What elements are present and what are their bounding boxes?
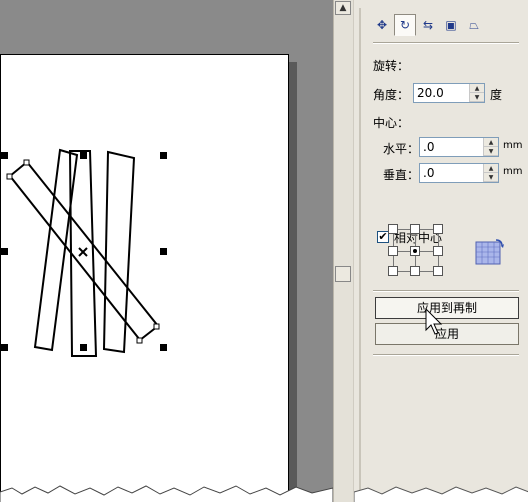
drawing-svg bbox=[0, 148, 333, 502]
vertical-input[interactable]: .0 ▲ ▼ bbox=[419, 163, 499, 183]
vertical-value: .0 bbox=[423, 166, 435, 180]
anchor-top-left[interactable] bbox=[388, 224, 398, 234]
selection-handle bbox=[160, 248, 167, 255]
angle-unit: 度 bbox=[490, 88, 503, 102]
spin-down-icon[interactable]: ▼ bbox=[484, 147, 498, 156]
anchor-middle-right[interactable] bbox=[433, 246, 443, 256]
anchor-top-center[interactable] bbox=[410, 224, 420, 234]
anchor-middle-left[interactable] bbox=[388, 246, 398, 256]
mouse-cursor-icon bbox=[425, 308, 443, 335]
position-tab-icon[interactable]: ✥ bbox=[371, 14, 393, 36]
anchor-bottom-right[interactable] bbox=[433, 266, 443, 276]
selection-handle bbox=[80, 344, 87, 351]
spin-down-icon[interactable]: ▼ bbox=[470, 93, 484, 102]
anchor-center[interactable] bbox=[410, 246, 420, 256]
rotate-tab-icon[interactable]: ↻ bbox=[394, 14, 416, 36]
horizontal-unit: mm bbox=[503, 140, 523, 151]
separator bbox=[373, 42, 519, 44]
selection-handle bbox=[80, 152, 87, 159]
vertical-unit: mm bbox=[503, 166, 523, 177]
angle-input[interactable]: 20.0 ▲ ▼ bbox=[413, 83, 485, 103]
angle-label: 角度： bbox=[373, 88, 410, 102]
rotation-center-marker bbox=[78, 247, 88, 257]
size-tab-icon[interactable]: ▣ bbox=[440, 14, 462, 36]
torn-edge bbox=[354, 486, 528, 502]
scroll-thumb[interactable] bbox=[335, 266, 351, 282]
transform-docker: ✥ ↻ ⇆ ▣ ⏢ 旋转： 角度： 20.0 ▲ ▼ 度 中心： 水平： .0 … bbox=[353, 0, 528, 502]
separator bbox=[373, 290, 519, 292]
rotated-rectangle-right-2 bbox=[102, 150, 136, 354]
horizontal-value: .0 bbox=[423, 140, 435, 154]
angle-value: 20.0 bbox=[417, 86, 444, 100]
selection-handle bbox=[160, 344, 167, 351]
vertical-label: 垂直： bbox=[383, 168, 420, 182]
rotate-section-label: 旋转： bbox=[373, 59, 410, 73]
anchor-bottom-left[interactable] bbox=[388, 266, 398, 276]
node-handle bbox=[6, 173, 13, 180]
vertical-scrollbar[interactable]: ▲ bbox=[333, 0, 353, 502]
scroll-up-button[interactable]: ▲ bbox=[335, 1, 351, 15]
node-handle bbox=[136, 337, 143, 344]
selection-handle bbox=[160, 152, 167, 159]
horizontal-spinner[interactable]: ▲ ▼ bbox=[483, 138, 498, 156]
node-handle bbox=[23, 159, 30, 166]
skew-tab-icon[interactable]: ⏢ bbox=[463, 14, 485, 36]
node-handle bbox=[153, 323, 160, 330]
selection-handle bbox=[1, 152, 8, 159]
center-label: 中心： bbox=[373, 116, 410, 130]
scale-mirror-tab-icon[interactable]: ⇆ bbox=[417, 14, 439, 36]
transform-tabs: ✥ ↻ ⇆ ▣ ⏢ bbox=[371, 14, 486, 38]
apply-grid-icon[interactable] bbox=[474, 236, 506, 266]
spin-down-icon[interactable]: ▼ bbox=[484, 173, 498, 182]
drawing-canvas[interactable] bbox=[0, 0, 333, 502]
docker-divider bbox=[359, 8, 361, 498]
horizontal-label: 水平： bbox=[383, 142, 420, 156]
horizontal-input[interactable]: .0 ▲ ▼ bbox=[419, 137, 499, 157]
torn-edge bbox=[0, 485, 333, 502]
vertical-spinner[interactable]: ▲ ▼ bbox=[483, 164, 498, 182]
spin-up-icon[interactable]: ▲ bbox=[484, 138, 498, 147]
spin-up-icon[interactable]: ▲ bbox=[484, 164, 498, 173]
spin-up-icon[interactable]: ▲ bbox=[470, 84, 484, 93]
apply-to-duplicate-button[interactable]: 应用到再制 bbox=[375, 297, 519, 319]
apply-button[interactable]: 应用 bbox=[375, 323, 519, 345]
angle-spinner[interactable]: ▲ ▼ bbox=[469, 84, 484, 102]
anchor-bottom-center[interactable] bbox=[410, 266, 420, 276]
anchor-top-right[interactable] bbox=[433, 224, 443, 234]
selection-handle bbox=[1, 248, 8, 255]
selection-handle bbox=[1, 344, 8, 351]
separator bbox=[373, 354, 519, 356]
